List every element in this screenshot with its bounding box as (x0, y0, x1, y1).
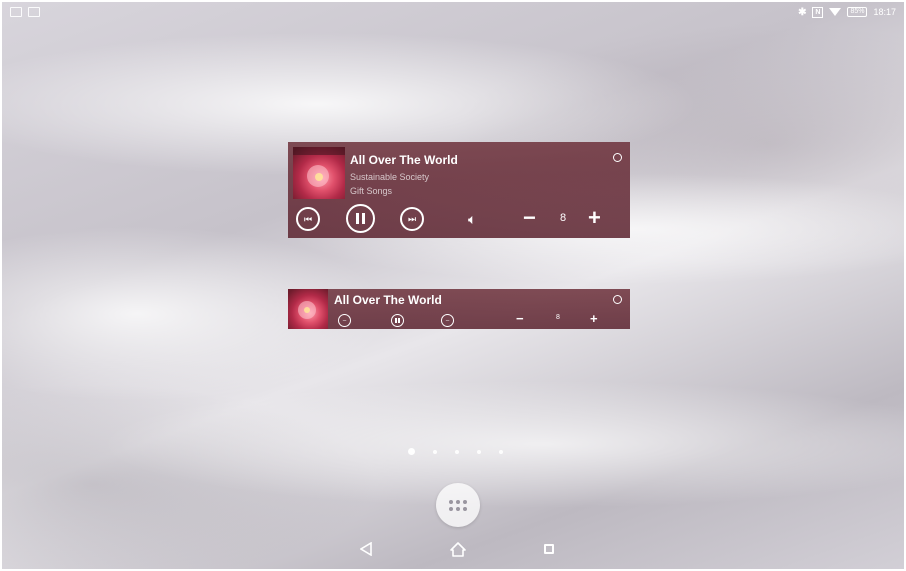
page-dot-3[interactable] (455, 449, 459, 454)
navigation-bar (2, 529, 904, 569)
pause-icon (356, 213, 365, 224)
screenshot-notification-icon (28, 7, 40, 17)
recent-apps-button[interactable] (539, 539, 559, 559)
next-icon: ⏭ (407, 213, 417, 224)
status-bar: ✱ N 85% 18:17 (2, 2, 904, 22)
next-button[interactable]: – (441, 314, 454, 327)
next-button[interactable]: ⏭ (400, 207, 424, 231)
previous-button[interactable]: – (338, 314, 351, 327)
gallery-notification-icon (10, 7, 22, 17)
previous-icon: – (342, 317, 347, 324)
pause-button[interactable] (346, 204, 375, 233)
track-album: Gift Songs (350, 186, 393, 196)
volume-level: 8 (560, 212, 567, 224)
album-art[interactable] (288, 289, 328, 329)
page-dot-5[interactable] (499, 449, 503, 454)
previous-button[interactable]: ⏮ (296, 207, 320, 231)
volume-down-button[interactable]: − (516, 311, 524, 326)
back-button[interactable] (356, 539, 376, 559)
album-art-band (293, 147, 345, 156)
home-screen: ✱ N 85% 18:17 All Over The World Sustain… (2, 2, 904, 569)
track-title: All Over The World (334, 293, 442, 307)
page-dot-1[interactable] (408, 448, 415, 455)
track-artist: Sustainable Society (350, 172, 430, 182)
clock: 18:17 (873, 7, 896, 17)
album-art-flower-center (304, 307, 310, 313)
status-bar-system: ✱ N 85% 18:17 (790, 6, 904, 18)
page-dot-2[interactable] (433, 449, 437, 454)
volume-level: 8 (556, 314, 560, 321)
album-art[interactable] (293, 147, 345, 199)
app-drawer-button[interactable] (436, 483, 480, 527)
bluetooth-icon: ✱ (798, 6, 807, 18)
back-arrow-icon (360, 542, 372, 556)
recent-apps-icon (544, 544, 554, 554)
battery-icon: 85% (847, 7, 868, 17)
repeat-icon[interactable] (613, 153, 622, 162)
volume-icon: 🔈︎ (468, 211, 477, 227)
wifi-icon (829, 8, 842, 16)
home-button[interactable] (448, 539, 468, 559)
pause-icon (395, 318, 400, 323)
pause-button[interactable] (391, 314, 404, 327)
music-widget-large[interactable]: All Over The World Sustainable Society G… (288, 142, 630, 238)
page-indicator (408, 448, 503, 455)
volume-down-button[interactable]: − (523, 205, 536, 231)
status-bar-notifications (2, 7, 48, 17)
album-art-flower-center (315, 173, 323, 181)
volume-up-button[interactable]: + (588, 205, 601, 231)
repeat-icon[interactable] (613, 295, 622, 304)
home-icon (450, 541, 466, 557)
previous-icon: ⏮ (303, 213, 313, 224)
next-icon: – (445, 317, 450, 324)
page-dot-4[interactable] (477, 449, 481, 454)
track-title: All Over The World (350, 153, 458, 167)
nfc-icon: N (812, 6, 824, 18)
volume-up-button[interactable]: + (590, 311, 598, 326)
music-widget-small[interactable]: All Over The World – – − 8 + (288, 289, 630, 329)
